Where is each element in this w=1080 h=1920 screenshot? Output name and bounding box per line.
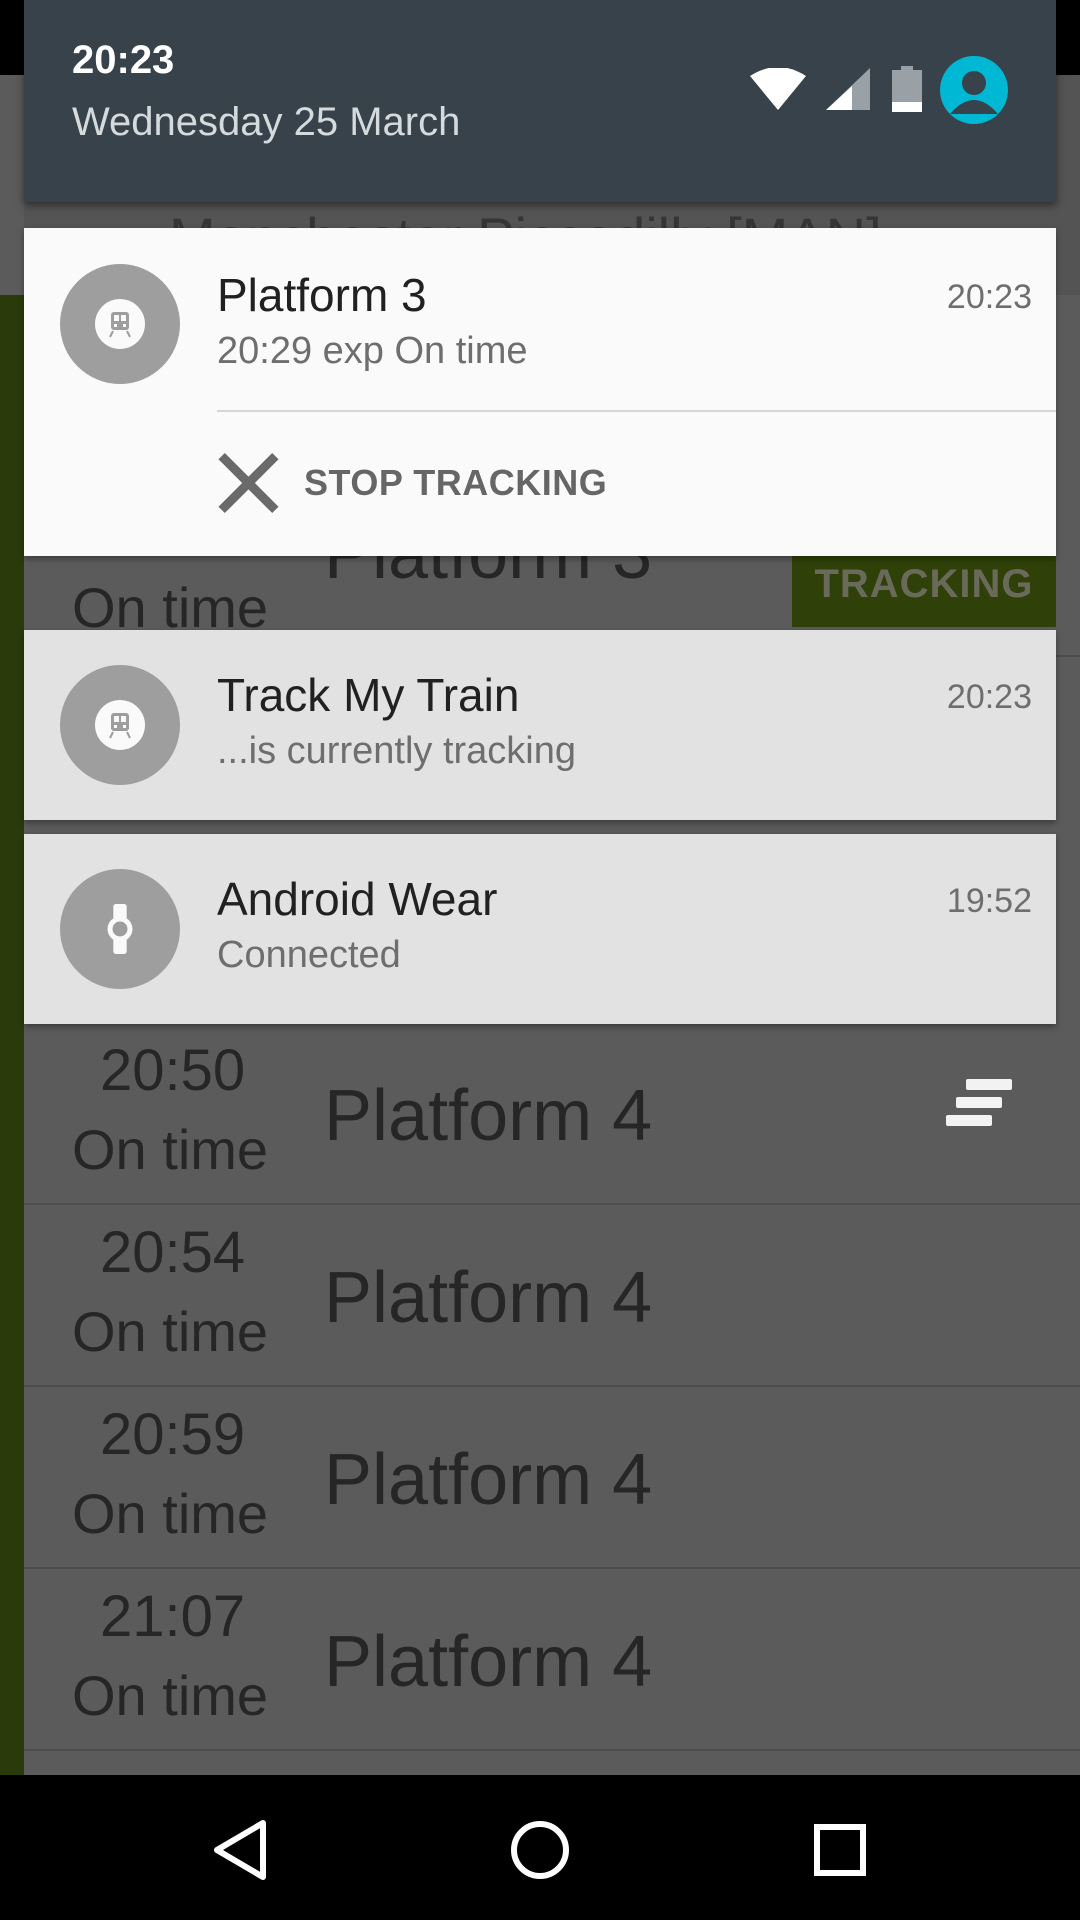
watch-icon: [60, 869, 180, 989]
wifi-icon: [750, 68, 806, 110]
stop-tracking-label: STOP TRACKING: [304, 462, 608, 503]
close-icon: [214, 449, 282, 517]
departure-time: 20:50: [100, 1038, 246, 1103]
accent-strip: [0, 295, 24, 1775]
cell-signal-icon: [826, 68, 870, 110]
departure-status: On time: [72, 1664, 269, 1727]
train-icon: [60, 665, 180, 785]
notification-title: Platform 3: [217, 269, 427, 321]
navigation-bar: [0, 1775, 1080, 1920]
notification-text: 20:29 exp On time: [217, 330, 528, 372]
departure-time: 20:54: [100, 1220, 246, 1285]
notification-platform[interactable]: Platform 3 20:29 exp On time 20:23 STOP …: [24, 228, 1056, 556]
notification-text: Connected: [217, 934, 401, 976]
departure-platform: Platform 4: [324, 1076, 653, 1156]
departure-row[interactable]: 20:54 On time Platform 4: [24, 1205, 1080, 1387]
notification-time: 20:23: [946, 678, 1032, 716]
screen: Manchester Piccadilly [MAN] On time Plat…: [0, 0, 1080, 1920]
notification-title: Android Wear: [217, 873, 498, 925]
user-avatar-icon[interactable]: [940, 56, 1008, 124]
back-icon[interactable]: [205, 1815, 275, 1885]
recents-icon[interactable]: [805, 1815, 875, 1885]
departure-status: On time: [72, 1118, 269, 1181]
notification-shade-header: 20:23 Wednesday 25 March: [24, 0, 1056, 202]
departure-status: On time: [72, 1300, 269, 1363]
clock: 20:23: [72, 38, 175, 82]
notification-title: Track My Train: [217, 669, 520, 721]
departure-time: 21:07: [100, 1584, 246, 1649]
departure-platform: Platform 4: [324, 1258, 653, 1338]
notification-time: 20:23: [946, 278, 1032, 316]
battery-icon: [892, 66, 922, 112]
notification-text: ...is currently tracking: [217, 730, 576, 772]
departure-row[interactable]: 20:59 On time Platform 4: [24, 1387, 1080, 1569]
drag-handle-icon[interactable]: [944, 1073, 1024, 1133]
departure-time: 20:59: [100, 1402, 246, 1467]
notification-track-my-train[interactable]: Track My Train ...is currently tracking …: [24, 630, 1056, 820]
stop-tracking-button[interactable]: STOP TRACKING: [214, 438, 694, 528]
departure-row[interactable]: 20:50 On time Platform 4: [24, 1023, 1080, 1205]
divider: [217, 410, 1056, 412]
notification-android-wear[interactable]: Android Wear Connected 19:52: [24, 834, 1056, 1024]
notification-time: 19:52: [946, 882, 1032, 920]
departure-platform: Platform 4: [324, 1440, 653, 1520]
date[interactable]: Wednesday 25 March: [72, 100, 460, 145]
home-icon[interactable]: [505, 1815, 575, 1885]
train-icon: [60, 264, 180, 384]
departure-status: On time: [72, 1482, 269, 1545]
departure-row[interactable]: 21:07 On time Platform 4: [24, 1569, 1080, 1751]
departure-platform: Platform 4: [324, 1622, 653, 1702]
